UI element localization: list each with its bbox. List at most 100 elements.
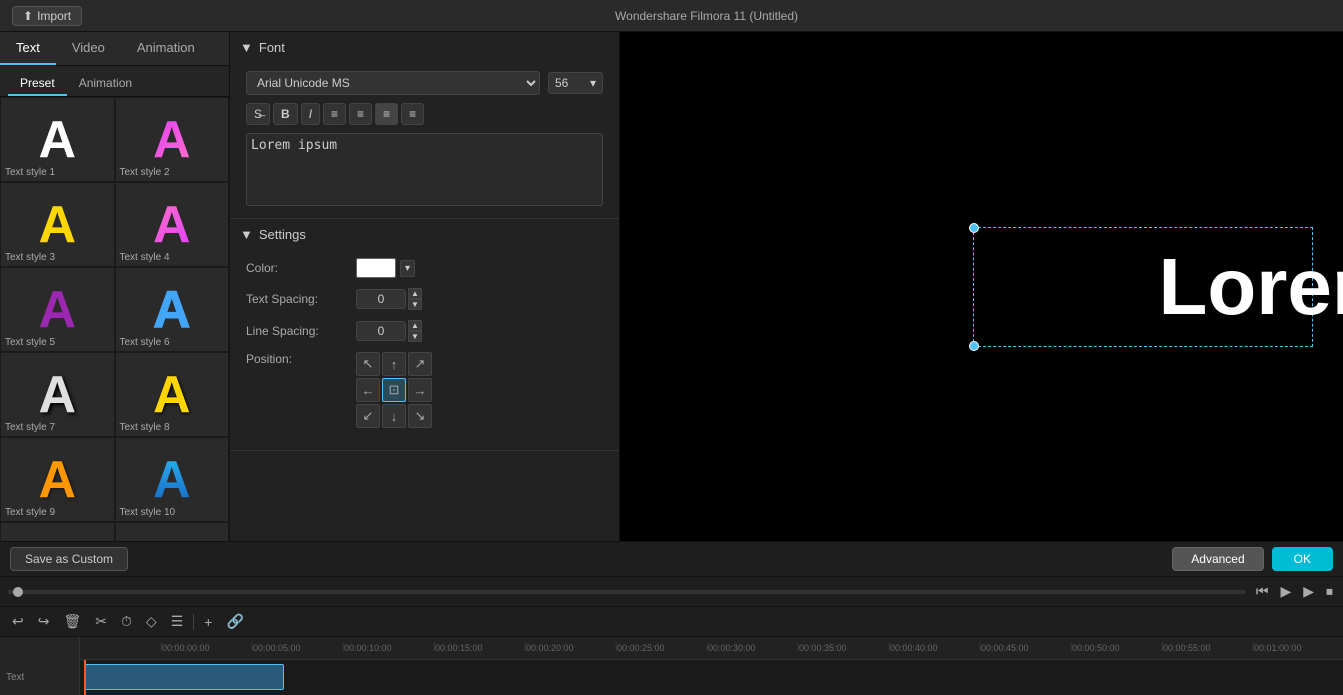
handle-bottom-left[interactable] bbox=[969, 341, 979, 351]
timeline-ruler-mark: 00:00:30:00 bbox=[706, 643, 797, 653]
style-cell-1[interactable]: AText style 1 bbox=[0, 97, 115, 182]
tool-separator bbox=[193, 614, 194, 630]
text-input[interactable] bbox=[251, 138, 598, 198]
style-letter-6: A bbox=[153, 284, 191, 336]
save-as-custom-button[interactable]: Save as Custom bbox=[10, 547, 128, 571]
style-label-3: Text style 3 bbox=[5, 252, 55, 263]
style-cell-10[interactable]: AText style 10 bbox=[115, 437, 230, 522]
format-align-justify-btn[interactable]: ≡ bbox=[401, 103, 424, 125]
mid-panel: ▼ Font Arial Unicode MS 56 ▾ S̶ B I bbox=[230, 32, 620, 541]
style-letter-8: A bbox=[153, 369, 191, 421]
color-label: Color: bbox=[246, 261, 356, 275]
main-area: Text Video Animation Preset Animation AT… bbox=[0, 32, 1343, 541]
clock-btn[interactable]: ⏱ bbox=[117, 611, 136, 632]
tab-animation[interactable]: Animation bbox=[121, 32, 211, 65]
pos-top-center-btn[interactable]: ↑ bbox=[382, 352, 406, 376]
format-bold-btn[interactable]: B bbox=[273, 103, 298, 125]
cut-btn[interactable]: ✂ bbox=[91, 611, 111, 632]
line-spacing-input[interactable] bbox=[356, 321, 406, 341]
style-cell-4[interactable]: AText style 4 bbox=[115, 182, 230, 267]
font-size-value: 56 bbox=[555, 76, 568, 90]
color-row: Color: ▾ bbox=[246, 258, 603, 278]
settings-section-header[interactable]: ▼ Settings bbox=[230, 219, 619, 250]
delete-btn[interactable]: 🗑 bbox=[59, 611, 85, 632]
add-media-btn[interactable]: + bbox=[200, 612, 216, 632]
play-btn[interactable]: ▶ bbox=[1301, 581, 1316, 602]
pos-middle-center-btn[interactable]: ⊡ bbox=[382, 378, 406, 402]
timeline-track-label: Text bbox=[0, 659, 80, 695]
style-cell-9[interactable]: AText style 9 bbox=[0, 437, 115, 522]
pos-bottom-right-btn[interactable]: ↘ bbox=[408, 404, 432, 428]
color-dropdown-btn[interactable]: ▾ bbox=[400, 260, 415, 277]
settings-section-label: Settings bbox=[259, 227, 306, 242]
text-spacing-input-group: ▲ ▼ bbox=[356, 288, 422, 310]
preview-text: Lorem bbox=[1159, 241, 1343, 333]
style-cell-3[interactable]: AText style 3 bbox=[0, 182, 115, 267]
pos-bottom-center-btn[interactable]: ↓ bbox=[382, 404, 406, 428]
format-align-center-btn[interactable]: ≡ bbox=[349, 103, 372, 125]
font-section-header[interactable]: ▼ Font bbox=[230, 32, 619, 63]
progress-indicator bbox=[13, 587, 23, 597]
font-section: ▼ Font Arial Unicode MS 56 ▾ S̶ B I bbox=[230, 32, 619, 219]
style-cell-7[interactable]: AText style 7 bbox=[0, 352, 115, 437]
style-cell-5[interactable]: AText style 5 bbox=[0, 267, 115, 352]
text-area-container bbox=[246, 133, 603, 206]
ok-button[interactable]: OK bbox=[1272, 547, 1333, 571]
stop-btn[interactable]: ⏹ bbox=[1324, 581, 1335, 602]
prev-frame-btn[interactable]: ⏮ bbox=[1254, 581, 1271, 602]
handle-top-left[interactable] bbox=[969, 223, 979, 233]
line-spacing-up-btn[interactable]: ▲ bbox=[408, 320, 422, 331]
timeline-ruler-mark: 00:00:40:00 bbox=[888, 643, 979, 653]
line-spacing-down-btn[interactable]: ▼ bbox=[408, 331, 422, 342]
font-size-display[interactable]: 56 ▾ bbox=[548, 72, 603, 94]
style-cell-6[interactable]: AText style 6 bbox=[115, 267, 230, 352]
advanced-button[interactable]: Advanced bbox=[1172, 547, 1263, 571]
format-align-right-btn[interactable]: ≡ bbox=[375, 103, 398, 125]
tab-video[interactable]: Video bbox=[56, 32, 121, 65]
settings-collapse-icon: ▼ bbox=[240, 227, 253, 242]
format-italic-btn[interactable]: I bbox=[301, 103, 320, 125]
pos-top-right-btn[interactable]: ↗ bbox=[408, 352, 432, 376]
style-cell-2[interactable]: AText style 2 bbox=[115, 97, 230, 182]
tab-text[interactable]: Text bbox=[0, 32, 56, 65]
style-cell-12[interactable]: AText style 12 bbox=[115, 522, 230, 541]
pos-middle-right-btn[interactable]: → bbox=[408, 378, 432, 402]
text-spacing-input[interactable] bbox=[356, 289, 406, 309]
style-letter-12: A bbox=[153, 539, 191, 542]
text-spacing-down-btn[interactable]: ▼ bbox=[408, 299, 422, 310]
pos-top-left-btn[interactable]: ↖ bbox=[356, 352, 380, 376]
font-family-select[interactable]: Arial Unicode MS bbox=[246, 71, 540, 95]
redo-btn[interactable]: ↪ bbox=[34, 611, 54, 632]
timeline-ruler-mark: 00:00:20:00 bbox=[524, 643, 615, 653]
format-align-left-btn[interactable]: ≡ bbox=[323, 103, 346, 125]
list-btn[interactable]: ☰ bbox=[167, 611, 188, 632]
text-spacing-spin: ▲ ▼ bbox=[408, 288, 422, 310]
import-button[interactable]: ⬆ Import bbox=[12, 6, 82, 26]
timeline-ruler: 00:00:00:0000:00:05:0000:00:10:0000:00:1… bbox=[0, 637, 1343, 659]
line-spacing-label: Line Spacing: bbox=[246, 324, 356, 338]
link-btn[interactable]: 🔗 bbox=[222, 611, 247, 632]
timeline-ruler-mark: 00:00:35:00 bbox=[797, 643, 888, 653]
timeline-clip[interactable] bbox=[84, 664, 284, 690]
style-letter-10: A bbox=[153, 454, 191, 506]
format-strikethrough-btn[interactable]: S̶ bbox=[246, 103, 270, 125]
subtab-preset[interactable]: Preset bbox=[8, 72, 67, 96]
style-label-6: Text style 6 bbox=[120, 337, 170, 348]
style-label-5: Text style 5 bbox=[5, 337, 55, 348]
color-swatch[interactable] bbox=[356, 258, 396, 278]
pos-bottom-left-btn[interactable]: ↙ bbox=[356, 404, 380, 428]
style-cell-11[interactable]: AText style 11 bbox=[0, 522, 115, 541]
line-spacing-input-group: ▲ ▼ bbox=[356, 320, 422, 342]
bookmark-btn[interactable]: ◇ bbox=[142, 611, 161, 632]
text-spacing-label: Text Spacing: bbox=[246, 292, 356, 306]
undo-btn[interactable]: ↩ bbox=[8, 611, 28, 632]
play-slow-btn[interactable]: ▶ bbox=[1278, 581, 1293, 602]
pos-middle-left-btn[interactable]: ← bbox=[356, 378, 380, 402]
subtab-animation[interactable]: Animation bbox=[67, 72, 144, 96]
progress-bar[interactable] bbox=[8, 590, 1246, 594]
settings-section: ▼ Settings Color: ▾ Text Spacing: ▲ bbox=[230, 219, 619, 451]
import-icon: ⬆ bbox=[23, 9, 33, 23]
style-cell-8[interactable]: AText style 8 bbox=[115, 352, 230, 437]
text-spacing-up-btn[interactable]: ▲ bbox=[408, 288, 422, 299]
style-label-9: Text style 9 bbox=[5, 507, 55, 518]
